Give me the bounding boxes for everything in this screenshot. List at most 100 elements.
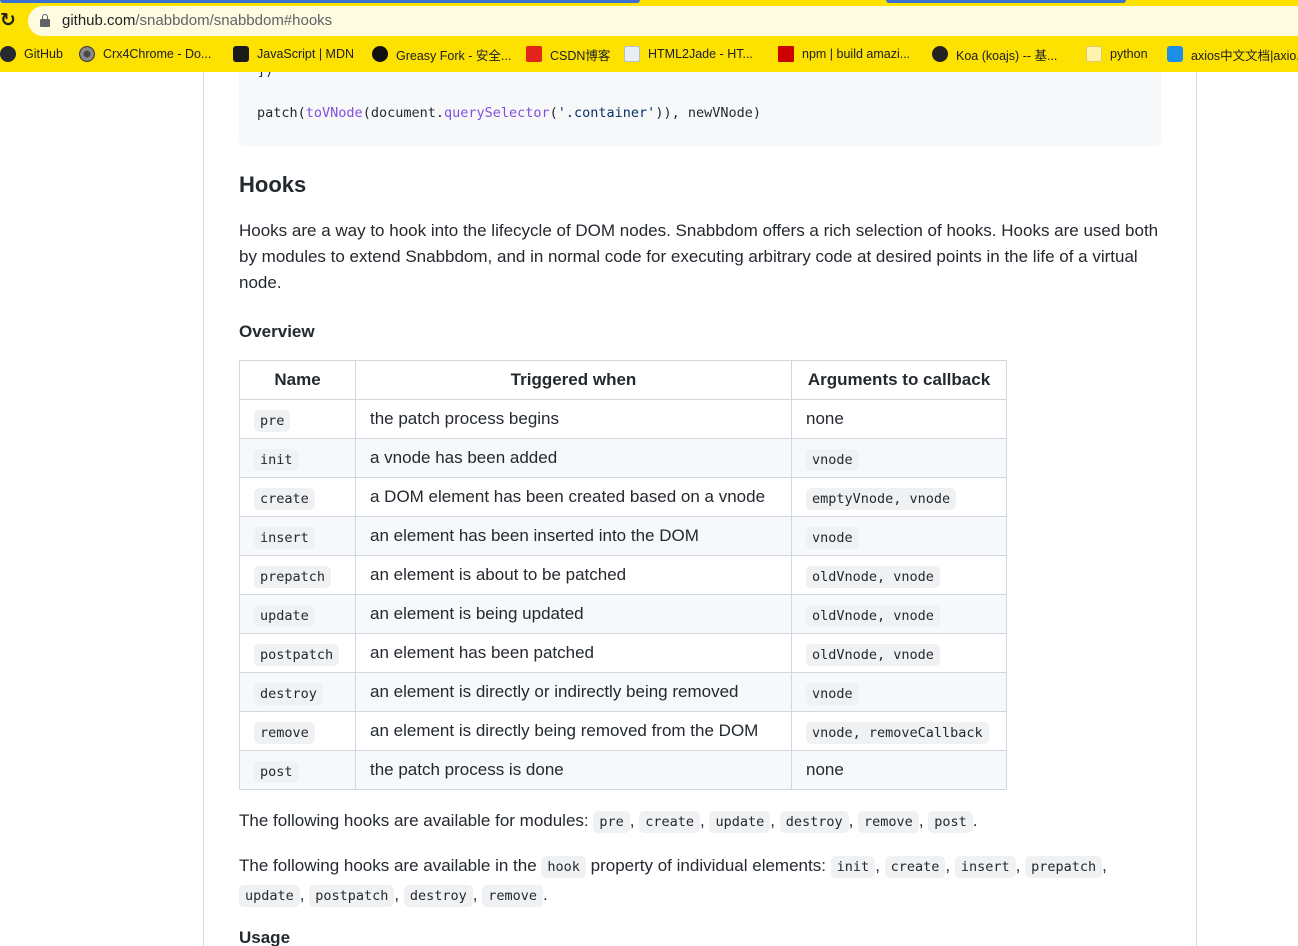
- hook-name-cell: post: [239, 750, 356, 790]
- mdn-icon: [233, 46, 249, 62]
- triggered-when-cell: an element is directly being removed fro…: [355, 711, 792, 751]
- triggered-when-cell: a vnode has been added: [355, 438, 792, 478]
- inline-code: hook: [541, 856, 586, 878]
- bookmark-label: axios中文文档|axio...: [1191, 48, 1298, 63]
- koa-icon: [932, 46, 948, 62]
- bookmarks-bar: GitHub Crx4Chrome - Do... JavaScript | M…: [0, 40, 1298, 68]
- arguments-cell: vnode, removeCallback: [791, 711, 1007, 751]
- arguments-cell: oldVnode, vnode: [791, 633, 1007, 673]
- table-row: update an element is being updated oldVnod…: [239, 594, 1007, 634]
- hook-name-cell: remove: [239, 711, 356, 751]
- callback-arguments: vnode, removeCallback: [806, 722, 989, 744]
- inline-code: remove: [482, 885, 543, 907]
- bookmark-csdn[interactable]: CSDN博客: [526, 44, 610, 64]
- arguments-cell: vnode: [791, 672, 1007, 712]
- table-header-row: Name Triggered when Arguments to callbac…: [239, 360, 1007, 400]
- table-row: init a vnode has been added vnode: [239, 438, 1007, 478]
- github-icon: [0, 46, 16, 62]
- callback-arguments: oldVnode, vnode: [806, 605, 940, 627]
- inline-code: post: [928, 811, 973, 833]
- crx4chrome-icon: [79, 46, 95, 62]
- bookmark-label: JavaScript | MDN: [257, 47, 355, 61]
- hooks-intro: Hooks are a way to hook into the lifecyc…: [239, 221, 1159, 292]
- hook-name-cell: init: [239, 438, 356, 478]
- callback-arguments: oldVnode, vnode: [806, 566, 940, 588]
- tab-strip: [0, 0, 1298, 4]
- bookmark-koa[interactable]: Koa (koajs) -- 基...: [932, 44, 1057, 64]
- hook-name-cell: insert: [239, 516, 356, 556]
- hook-name: pre: [254, 410, 291, 432]
- url-path: /snabbdom/snabbdom#hooks: [135, 12, 333, 29]
- callback-arguments: vnode: [806, 449, 859, 471]
- bookmark-python[interactable]: python: [1086, 44, 1148, 64]
- bookmark-label: npm | build amazi...: [802, 47, 911, 61]
- hook-name-cell: pre: [239, 399, 356, 439]
- bookmark-axios[interactable]: axios中文文档|axio...: [1167, 44, 1298, 64]
- bookmark-greasy-fork[interactable]: Greasy Fork - 安全...: [372, 44, 511, 64]
- callback-arguments: oldVnode, vnode: [806, 644, 940, 666]
- arguments-cell: none: [791, 399, 1007, 439]
- reload-icon[interactable]: ↻: [0, 8, 18, 34]
- tab-indicator: [886, 0, 1126, 3]
- inline-code: create: [639, 811, 700, 833]
- hook-name-cell: create: [239, 477, 356, 517]
- table-row: destroy an element is directly or indirec…: [239, 672, 1007, 712]
- hook-name-cell: update: [239, 594, 356, 634]
- inline-code: pre: [593, 811, 630, 833]
- browser-chrome: ↻ github.com/snabbdom/snabbdom#hooks Git…: [0, 0, 1298, 72]
- bookmark-label: Greasy Fork - 安全...: [396, 48, 512, 63]
- triggered-when-cell: an element is being updated: [355, 594, 792, 634]
- triggered-when-cell: an element is directly or indirectly bei…: [355, 672, 792, 712]
- address-row: ↻ github.com/snabbdom/snabbdom#hooks: [0, 6, 1298, 36]
- code-block: ]) patch(toVNode(document.querySelector(…: [239, 72, 1161, 146]
- hook-name: remove: [254, 722, 315, 744]
- inline-code: destroy: [403, 885, 473, 907]
- greasy-fork-icon: [372, 46, 388, 62]
- table-row: postpatch an element has been patched oldV…: [239, 633, 1007, 673]
- column-header: Arguments to callback: [791, 360, 1007, 400]
- triggered-when-cell: an element has been inserted into the DO…: [355, 516, 792, 556]
- hook-name: create: [254, 488, 315, 510]
- table-row: insert an element has been inserted into …: [239, 516, 1007, 556]
- inline-code: insert: [954, 856, 1016, 878]
- sentence-text: The following hooks are available for mo…: [239, 811, 594, 830]
- npm-icon: [778, 46, 794, 62]
- bookmark-label: HTML2Jade - HT...: [648, 47, 753, 61]
- bookmark-github[interactable]: GitHub: [0, 44, 63, 64]
- arguments-cell: none: [791, 750, 1007, 790]
- column-header: Name: [239, 360, 356, 400]
- address-bar[interactable]: github.com/snabbdom/snabbdom#hooks: [28, 6, 1298, 36]
- bookmark-npm[interactable]: npm | build amazi...: [778, 44, 910, 64]
- bookmark-html2jade[interactable]: HTML2Jade - HT...: [624, 44, 753, 64]
- hooks-heading: Hooks: [239, 172, 307, 197]
- bookmark-crx4chrome[interactable]: Crx4Chrome - Do...: [79, 44, 211, 64]
- arguments-cell: oldVnode, vnode: [791, 594, 1007, 634]
- table-row: post the patch process is done none: [239, 750, 1007, 790]
- triggered-when-cell: a DOM element has been created based on …: [355, 477, 792, 517]
- callback-arguments: vnode: [806, 683, 859, 705]
- inline-code: update: [239, 885, 300, 907]
- triggered-when-cell: the patch process begins: [355, 399, 792, 439]
- usage-heading: Usage: [239, 928, 291, 946]
- elements-hooks-sentence: The following hooks are available in the…: [239, 852, 1161, 910]
- url-host: github.com: [62, 12, 136, 29]
- csdn-icon: [526, 46, 542, 62]
- hooks-table: Name Triggered when Arguments to callbac…: [239, 360, 1007, 790]
- url-text[interactable]: github.com/snabbdom/snabbdom#hooks: [62, 12, 332, 30]
- bookmark-label: GitHub: [24, 47, 63, 61]
- hook-name: prepatch: [254, 566, 332, 588]
- triggered-when-cell: an element is about to be patched: [355, 555, 792, 595]
- lock-icon[interactable]: [40, 14, 50, 27]
- code-line: ]): [257, 72, 273, 80]
- modules-hooks-sentence: The following hooks are available for mo…: [239, 808, 1161, 835]
- inline-code: create: [884, 856, 946, 878]
- callback-arguments: emptyVnode, vnode: [806, 488, 957, 510]
- hook-name-cell: prepatch: [239, 555, 356, 595]
- bookmark-mdn[interactable]: JavaScript | MDN: [233, 44, 354, 64]
- arguments-cell: vnode: [791, 516, 1007, 556]
- inline-code: remove: [858, 811, 919, 833]
- column-header: Triggered when: [355, 360, 792, 400]
- table-row: pre the patch process begins none: [239, 399, 1007, 439]
- arguments-cell: vnode: [791, 438, 1007, 478]
- hook-name-cell: postpatch: [239, 633, 356, 673]
